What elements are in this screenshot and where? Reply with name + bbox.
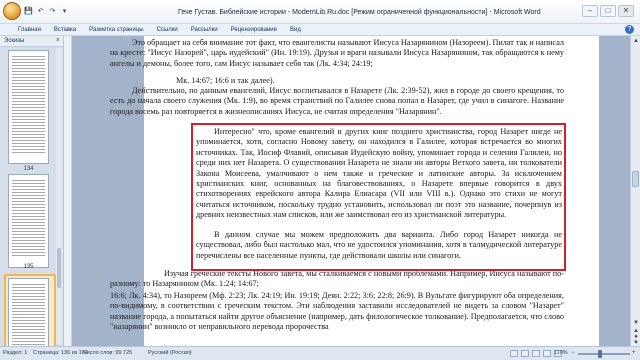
outline-icon[interactable] xyxy=(543,350,551,357)
close-button[interactable]: ✕ xyxy=(618,5,634,17)
zoom-out-icon[interactable]: − xyxy=(571,350,575,356)
status-bar: Раздел: 1 Страница: 136 из 182 Число сло… xyxy=(0,346,640,360)
redo-icon[interactable]: ↷ xyxy=(48,7,57,16)
tab-view[interactable]: Вид xyxy=(290,27,301,33)
web-layout-icon[interactable] xyxy=(532,350,540,357)
paragraph: Мк. 14:67; 16:6 и так далее). xyxy=(176,76,275,85)
zoom-slider-handle[interactable] xyxy=(598,350,602,358)
page-thumbnail-135[interactable] xyxy=(8,174,49,268)
quick-access-toolbar: 💾 ↶ ↷ ▾ xyxy=(24,7,69,16)
thumbnails-close-icon[interactable]: × xyxy=(56,37,60,44)
document-scrollbar[interactable]: ▲ ▼ ▲ ● ▼ xyxy=(630,36,640,346)
window-controls: – □ ✕ xyxy=(582,5,634,17)
help-icon[interactable]: ? xyxy=(625,25,634,34)
thumbnails-scrollbar[interactable] xyxy=(56,48,62,344)
status-section[interactable]: Раздел: 1 xyxy=(3,350,27,356)
tab-references[interactable]: Ссылки xyxy=(157,27,178,33)
tab-mailings[interactable]: Рассылки xyxy=(191,27,218,33)
page-thumbnail-label: 135 xyxy=(23,264,34,270)
full-screen-reading-icon[interactable] xyxy=(521,350,529,357)
thumbnails-pane: Эскизы × 134 135 136 xyxy=(0,36,64,360)
customize-qat-icon[interactable]: ▾ xyxy=(60,7,69,16)
tab-home[interactable]: Главная xyxy=(18,27,41,33)
scroll-up-icon[interactable]: ▲ xyxy=(632,37,640,45)
document-scroll-thumb[interactable] xyxy=(632,171,639,187)
thumbnails-header: Эскизы × xyxy=(0,36,63,47)
thumbnails-title: Эскизы xyxy=(4,38,25,44)
minimize-button[interactable]: – xyxy=(582,5,598,17)
status-language[interactable]: Русский (Россия) xyxy=(148,350,192,356)
paragraph: 16:6; Лк. 4:34), то Назореем (Мф. 2:23; … xyxy=(110,291,564,332)
save-icon[interactable]: 💾 xyxy=(24,7,33,16)
window-title: Гече Густав. Библейские истории - Modern… xyxy=(178,9,541,16)
paragraph: Это обращает на себя внимание тот факт, … xyxy=(110,38,564,68)
paragraph: Действительно, по данным евангелий, Иису… xyxy=(110,86,564,116)
status-page[interactable]: Страница: 136 из 182 xyxy=(33,350,88,356)
zoom-level[interactable]: 110% xyxy=(554,350,568,356)
red-highlight-frame xyxy=(191,123,566,271)
vertical-ruler xyxy=(64,36,72,346)
tab-page-layout[interactable]: Разметка страницы xyxy=(89,27,143,33)
page-thumbnail-label: 134 xyxy=(23,166,34,172)
paragraph: Изучая греческие тексты Нового завета, м… xyxy=(110,269,564,289)
status-word-count[interactable]: Число слов: 99 725 xyxy=(83,350,132,356)
maximize-button[interactable]: □ xyxy=(600,5,616,17)
scroll-down-icon[interactable]: ▼ xyxy=(632,319,640,327)
tab-review[interactable]: Рецензирование xyxy=(231,27,277,33)
ribbon-tabs: Главная Вставка Разметка страницы Ссылки… xyxy=(0,24,640,36)
office-button[interactable] xyxy=(3,2,21,20)
page-thumbnail-134[interactable] xyxy=(8,50,49,164)
print-layout-icon[interactable] xyxy=(510,350,518,357)
tab-insert[interactable]: Вставка xyxy=(54,27,76,33)
title-bar: 💾 ↶ ↷ ▾ Гече Густав. Библейские истории … xyxy=(0,0,640,24)
undo-icon[interactable]: ↶ xyxy=(36,7,45,16)
zoom-slider[interactable] xyxy=(578,353,630,355)
zoom-in-icon[interactable]: + xyxy=(632,350,636,356)
thumbnails-scroll-thumb[interactable] xyxy=(57,248,61,288)
